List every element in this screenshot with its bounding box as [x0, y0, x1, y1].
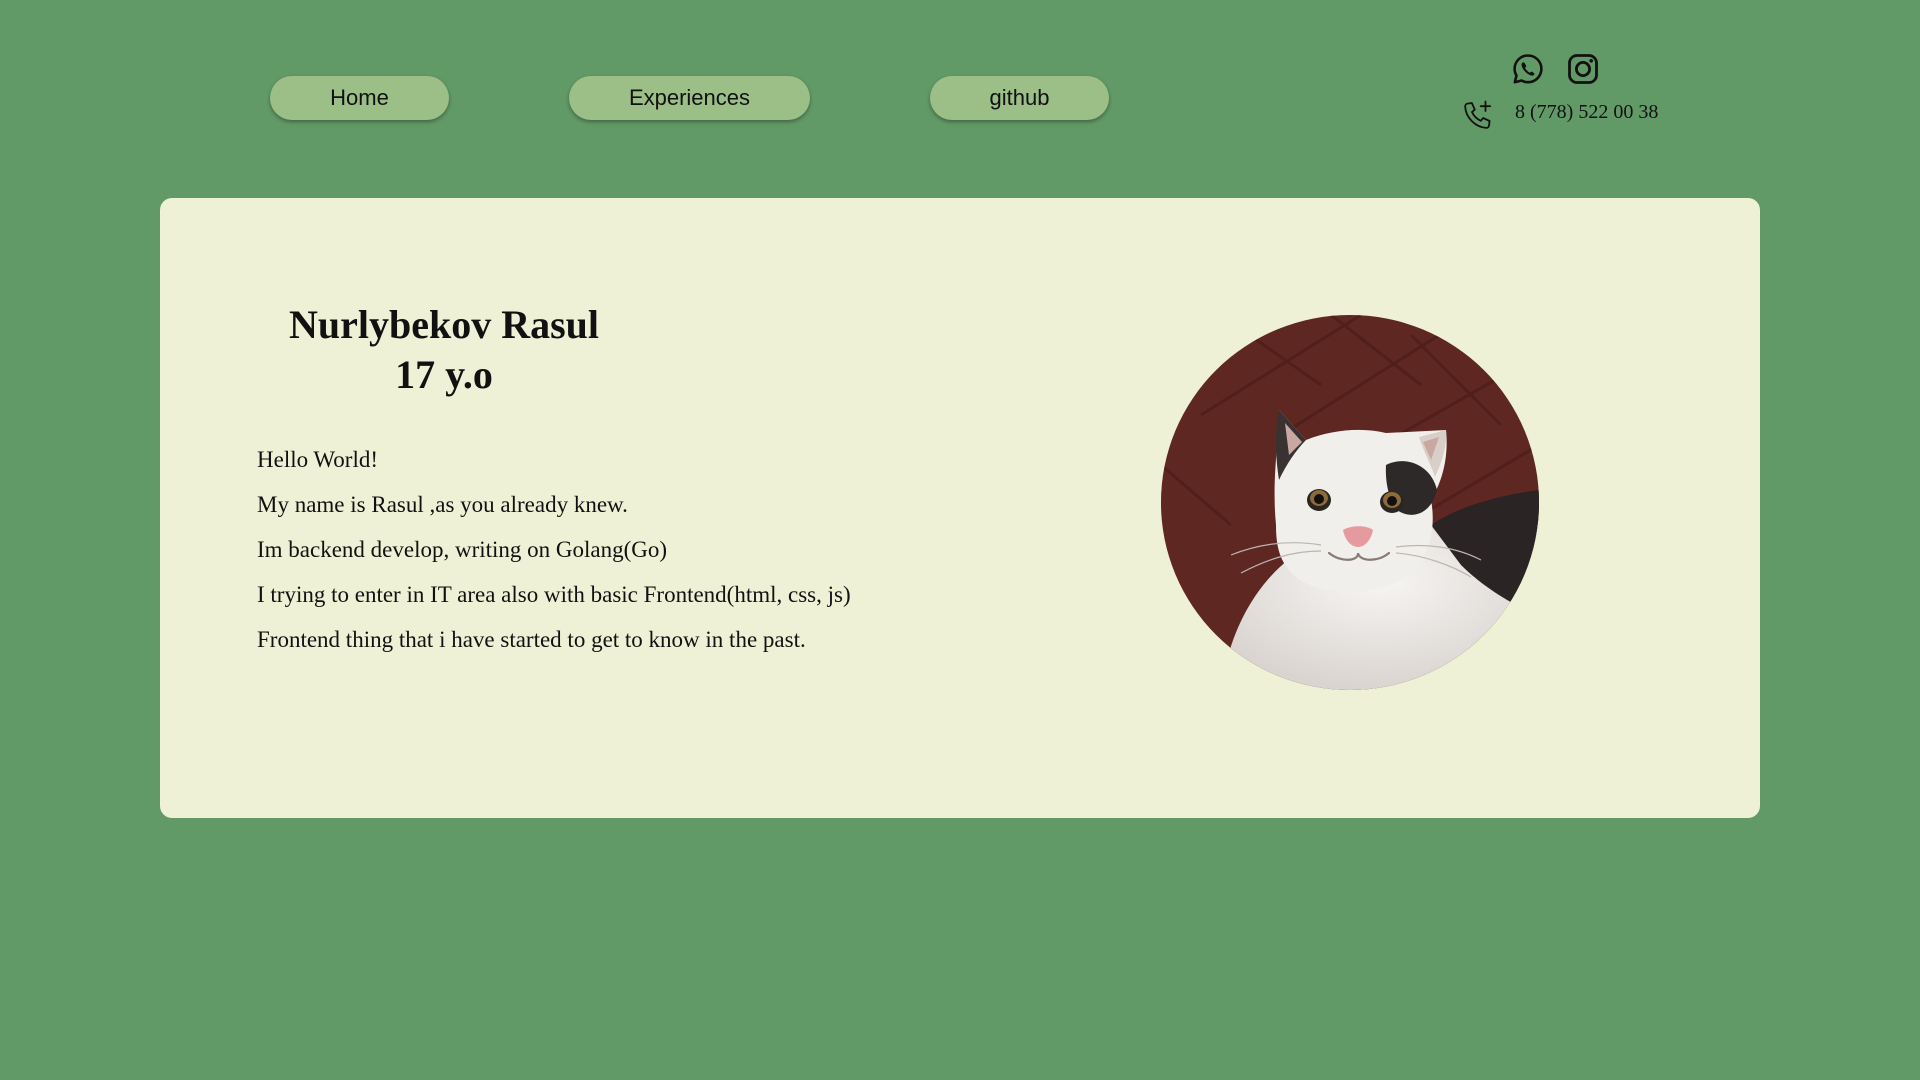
whatsapp-icon[interactable] [1511, 52, 1545, 86]
instagram-icon[interactable] [1566, 52, 1600, 86]
bio-line: My name is Rasul ,as you already knew. [257, 492, 628, 517]
profile-heading: Nurlybekov Rasul 17 y.o [244, 300, 644, 400]
profile-age: 17 y.o [395, 352, 493, 397]
nav-home-button[interactable]: Home [270, 76, 449, 120]
phone-number: 8 (778) 522 00 38 [1515, 101, 1659, 123]
bio-line: Hello World! [257, 447, 379, 472]
profile-name: Nurlybekov Rasul [288, 302, 600, 347]
phone-plus-icon [1464, 100, 1492, 129]
profile-card: Nurlybekov Rasul 17 y.o Hello World! My … [160, 198, 1760, 818]
bio-line: Im backend develop, writing on Golang(Go… [257, 537, 668, 562]
bio-line: I trying to enter in IT area also with b… [257, 582, 851, 607]
bio-line: Frontend thing that i have started to ge… [257, 627, 806, 652]
cat-photo-image [1161, 315, 1539, 690]
avatar [1161, 315, 1539, 690]
nav-github-button[interactable]: github [930, 76, 1109, 120]
nav-experiences-button[interactable]: Experiences [569, 76, 810, 120]
bio-list: Hello World! My name is Rasul ,as you al… [257, 442, 851, 667]
